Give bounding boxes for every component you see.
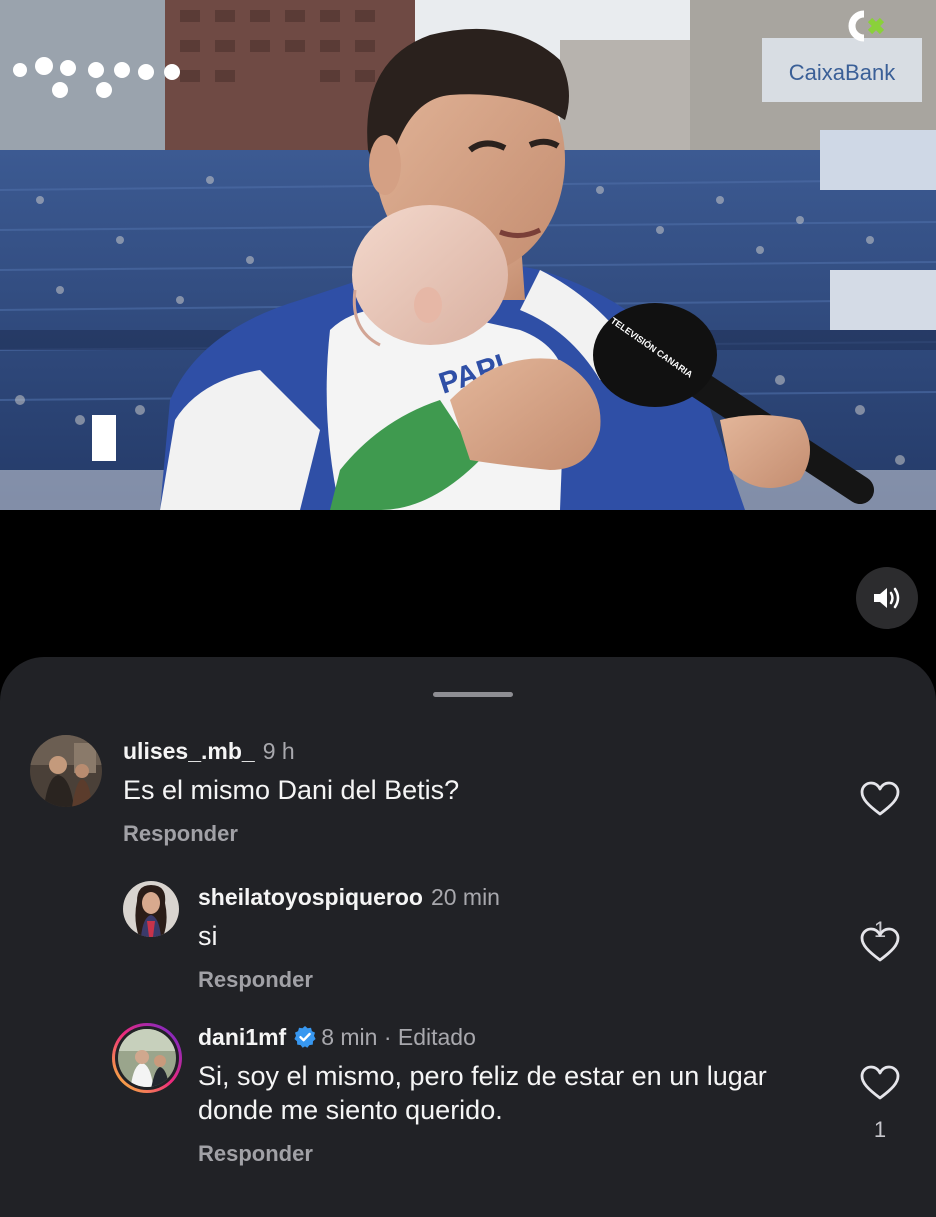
channel-logo-icon: [842, 8, 888, 44]
comment-username[interactable]: dani1mf: [198, 1024, 286, 1050]
edited-label: · Editado: [383, 1024, 476, 1050]
verified-badge-icon: [293, 1025, 317, 1055]
heart-icon[interactable]: [860, 1065, 900, 1101]
comment-username[interactable]: sheilatoyospiqueroo: [198, 884, 423, 910]
comments-sheet: ulises_.mb_ 9 h Es el mismo Dani del Beti…: [0, 657, 936, 1217]
ad-board-text: CaixaBank: [789, 60, 896, 85]
video-player[interactable]: CaixaBank PAPI TELEVISIÓN CANARIA: [0, 0, 936, 510]
like-count: 1: [873, 1117, 887, 1142]
video-frame: CaixaBank PAPI TELEVISIÓN CANARIA: [0, 0, 936, 510]
speaker-icon: [874, 587, 900, 609]
mute-button[interactable]: [856, 567, 918, 629]
comment-item: ulises_.mb_ 9 h Es el mismo Dani del Beti…: [0, 735, 936, 942]
comment-time: 20 min: [430, 884, 500, 910]
comment-username[interactable]: ulises_.mb_: [123, 738, 255, 764]
avatar[interactable]: [30, 735, 102, 807]
sheet-grabber[interactable]: [433, 692, 513, 697]
avatar[interactable]: [123, 881, 179, 937]
reply-button[interactable]: Responder: [198, 1141, 313, 1167]
comment-text: si: [198, 921, 218, 951]
comment-time: 9 h: [262, 738, 295, 764]
avatar-story-ring[interactable]: [110, 1021, 184, 1095]
comment-text: Si, soy el mismo, pero feliz de estar en…: [198, 1061, 767, 1125]
comment-reply-item: sheilatoyospiqueroo 20 min si Responder: [0, 881, 936, 1021]
reply-button[interactable]: Responder: [123, 821, 238, 847]
heart-icon[interactable]: [860, 927, 900, 963]
comment-text: Es el mismo Dani del Betis?: [123, 775, 460, 805]
heart-icon[interactable]: [860, 781, 900, 817]
comment-time: 8 min: [321, 1024, 378, 1050]
comment-reply-item: dani1mf 8 min · Editado Si, soy el mismo,…: [0, 1021, 936, 1201]
reply-button[interactable]: Responder: [198, 967, 313, 993]
